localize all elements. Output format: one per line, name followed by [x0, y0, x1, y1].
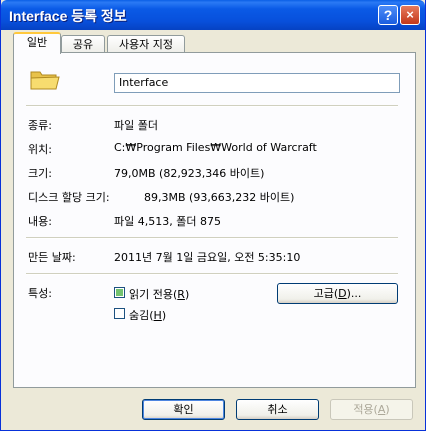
- folder-icon: [30, 71, 60, 90]
- created-value: 2011년 7월 1일 금요일, 오전 5:35:10: [114, 251, 301, 264]
- location-value: C:₩Program Files₩World of Warcraft: [114, 141, 317, 154]
- separator: [26, 237, 398, 239]
- window-title: Interface 등록 정보: [9, 8, 127, 24]
- close-icon: ×: [406, 7, 414, 22]
- folder-name-input[interactable]: Interface: [114, 73, 400, 93]
- general-panel: Interface 종류: 파일 폴더 위치: C:₩Program Files…: [13, 52, 416, 388]
- help-icon: ?: [383, 7, 393, 23]
- title-bar[interactable]: Interface 등록 정보 ? ×: [1, 0, 425, 30]
- readonly-checkbox-box[interactable]: [114, 287, 125, 298]
- separator: [26, 273, 398, 275]
- type-value: 파일 폴더: [114, 119, 158, 132]
- separator: [26, 105, 398, 107]
- attributes-label: 특성:: [28, 287, 52, 300]
- readonly-checkbox-label: 읽기 전용(R): [129, 288, 190, 301]
- size-label: 크기:: [28, 167, 52, 180]
- help-button[interactable]: ?: [378, 5, 398, 25]
- hidden-checkbox-box[interactable]: [114, 308, 125, 319]
- apply-button[interactable]: 적용(A): [330, 399, 413, 420]
- contents-value: 파일 4,513, 폴더 875: [114, 215, 221, 228]
- created-label: 만든 날짜:: [28, 251, 76, 264]
- contents-label: 내용:: [28, 215, 52, 228]
- advanced-button[interactable]: 고급(D)...: [277, 283, 398, 304]
- size-value: 79,0MB (82,923,346 바이트): [114, 167, 265, 180]
- disk-size-label: 디스크 할당 크기:: [28, 191, 110, 204]
- tab-general[interactable]: 일반: [13, 32, 61, 54]
- ok-button[interactable]: 확인: [142, 399, 225, 420]
- properties-dialog: Interface 등록 정보 ? × 일반 공유 사용자 지정 Interfa…: [0, 0, 426, 431]
- location-label: 위치:: [28, 143, 52, 156]
- close-button[interactable]: ×: [400, 5, 420, 25]
- disk-size-value: 89,3MB (93,663,232 바이트): [144, 191, 295, 204]
- type-label: 종류:: [28, 119, 52, 132]
- cancel-button[interactable]: 취소: [236, 399, 319, 420]
- hidden-checkbox-label: 숨김(H): [129, 309, 167, 322]
